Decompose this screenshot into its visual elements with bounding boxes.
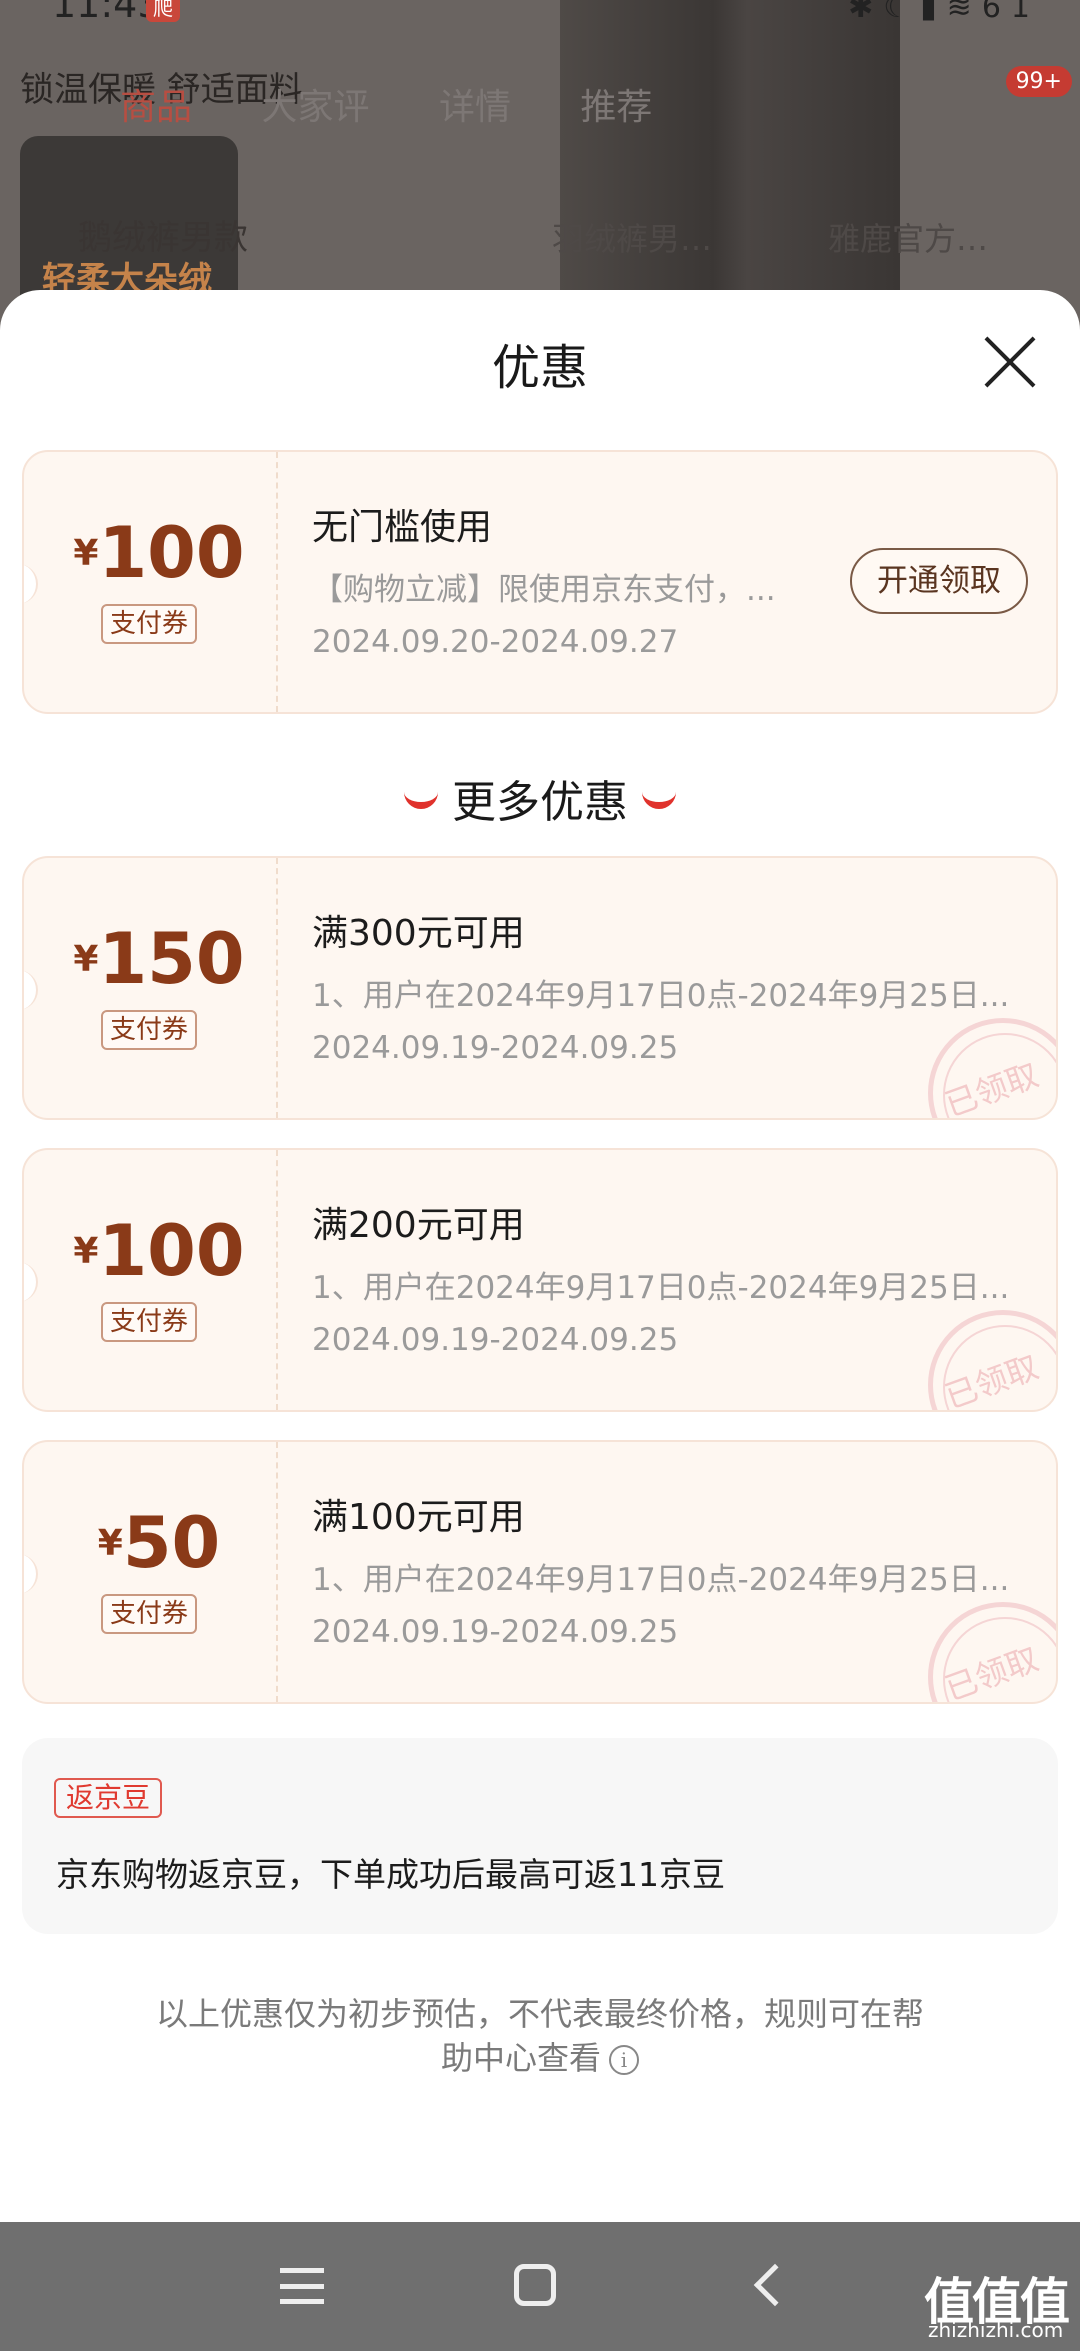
coupon-card-no-threshold: ¥100 支付券 无门槛使用 【购物立减】限使用京东支付，... 2024.09…: [22, 450, 1058, 714]
claimed-stamp-icon: 已领取: [928, 1602, 1056, 1702]
tab-details[interactable]: 详情: [439, 87, 511, 128]
search-chip[interactable]: 雅鹿官方…: [828, 214, 988, 260]
jd-bean-card: 返京豆 京东购物返京豆，下单成功后最高可返11京豆: [22, 1738, 1058, 1934]
tab-recommend[interactable]: 推荐: [580, 87, 652, 128]
sheet-title: 优惠: [491, 340, 588, 396]
coupon-description: 1、用户在2024年9月17日0点-2024年9月25日...: [312, 1270, 1010, 1306]
tab-reviews[interactable]: 大家评: [261, 87, 369, 128]
coupon-date-range: 2024.09.19-2024.09.25: [312, 1030, 679, 1066]
claim-button[interactable]: 开通领取: [850, 548, 1028, 614]
more-offers-header: 更多优惠: [0, 766, 1080, 830]
coupon-date-range: 2024.09.19-2024.09.25: [312, 1322, 679, 1358]
watermark-url: zhizhizhi.com: [928, 2318, 1064, 2342]
coupon-title: 无门槛使用: [312, 507, 493, 548]
coupon-date-range: 2024.09.20-2024.09.27: [312, 624, 679, 660]
coupon-type-badge: 支付券: [101, 604, 197, 644]
coupon-amount: ¥50: [97, 1502, 221, 1584]
home-icon[interactable]: [514, 2264, 556, 2306]
coupon-type-badge: 支付券: [101, 1594, 197, 1634]
coupon-card: ¥100 支付券 满200元可用 1、用户在2024年9月17日0点-2024年…: [22, 1148, 1058, 1412]
wifi-icon: ≋: [946, 0, 982, 25]
claimed-stamp-icon: 已领取: [928, 1310, 1056, 1410]
coupon-title: 满200元可用: [312, 1205, 525, 1246]
smile-icon: [642, 791, 676, 809]
tab-goods[interactable]: 商品: [120, 87, 192, 128]
jd-bean-text: 京东购物返京豆，下单成功后最高可返11京豆: [56, 1855, 725, 1894]
product-image: [560, 0, 900, 340]
coupon-amount: ¥150: [73, 918, 245, 1000]
coupon-description: 1、用户在2024年9月17日0点-2024年9月25日...: [312, 978, 1010, 1014]
coupon-description: 【购物立减】限使用京东支付，...: [312, 572, 776, 608]
product-tabs: 商品 大家评 详情 推荐: [120, 78, 710, 130]
battery-icon: 61: [981, 0, 1040, 25]
status-icons: ✱☾▮≋61: [848, 0, 1040, 25]
moon-icon: ☾: [883, 0, 921, 25]
coupon-title: 满100元可用: [312, 1497, 525, 1538]
smile-icon: [404, 791, 438, 809]
system-nav-bar: [0, 2222, 1080, 2351]
coupon-description: 1、用户在2024年9月17日0点-2024年9月25日...: [312, 1562, 1010, 1598]
signal-icon: ▮: [920, 0, 947, 25]
coupon-title: 满300元可用: [312, 913, 525, 954]
background-product-page: 11:43 爬 ✱☾▮≋61 锁温保暖 舒适面料 商品 大家评 详情 推荐 99…: [0, 0, 1080, 340]
back-icon[interactable]: [753, 2263, 797, 2307]
coupon-type-badge: 支付券: [101, 1302, 197, 1342]
coupon-card: ¥150 支付券 满300元可用 1、用户在2024年9月17日0点-2024年…: [22, 856, 1058, 1120]
coupon-date-range: 2024.09.19-2024.09.25: [312, 1614, 679, 1650]
bluetooth-icon: ✱: [848, 0, 884, 25]
coupon-card: ¥50 支付券 满100元可用 1、用户在2024年9月17日0点-2024年9…: [22, 1440, 1058, 1704]
coupon-amount: ¥100: [73, 1210, 245, 1292]
coupon-amount: ¥100: [73, 512, 245, 594]
menu-icon[interactable]: [280, 2268, 324, 2304]
search-suggestion[interactable]: 鹅绒裤男款: [78, 210, 248, 259]
disclaimer-note: 以上优惠仅为初步预估，不代表最终价格，规则可在帮 助中心查看 i: [155, 1995, 924, 2077]
search-chip[interactable]: 羽绒裤男…: [552, 214, 712, 260]
discount-sheet: 优惠 ¥100 支付券 无门槛使用 【购物立减】限使用京东支付，... 2024…: [0, 290, 1080, 2222]
coupon-type-badge: 支付券: [101, 1010, 197, 1050]
close-icon[interactable]: [982, 334, 1038, 390]
cart-badge: 99+: [1005, 66, 1072, 97]
app-notification-icon: 爬: [146, 0, 180, 22]
claimed-stamp-icon: 已领取: [928, 1018, 1056, 1118]
info-icon[interactable]: i: [609, 2045, 639, 2075]
jd-bean-tag: 返京豆: [54, 1778, 163, 1818]
